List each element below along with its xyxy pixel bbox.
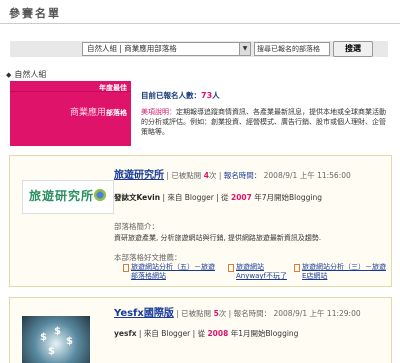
- entry-card: $ $ $ $ Yesfx國際版 | 已被點閱 5次 | 報名時間： 2008/…: [9, 297, 392, 363]
- count-value: 73: [201, 91, 213, 100]
- signup-label: 報名時間：: [223, 171, 262, 180]
- dollar-icon: $: [48, 346, 55, 357]
- author-name: 發誌文Kevin: [114, 193, 161, 202]
- since-year: 2008: [207, 329, 229, 338]
- entry-meta: 旅遊研究所 | 已被點閱 4次 | 報名時間： 2008/9/1 上午 11:5…: [114, 170, 351, 181]
- diamond-bullet-icon: ◆: [6, 71, 12, 79]
- blog-title-link[interactable]: Yesfx國際版: [114, 308, 174, 319]
- dollar-icon: $: [54, 326, 61, 337]
- category-banner: 年度最佳 商業應用部落格: [10, 81, 131, 146]
- category-description: 美項說明：定期報導追蹤商情資訊、各產業最新訊息，提供本地或全球商業活動的分析或評…: [141, 107, 387, 137]
- votes-label: 已被點閱: [171, 171, 202, 180]
- dollar-icon: $: [66, 336, 73, 347]
- source-label: 來自 Blogger: [167, 193, 214, 202]
- article-link[interactable]: 旅遊網站分析（三）－旅遊E店網站: [294, 263, 389, 281]
- search-input[interactable]: 搜尋已報名的部落格: [254, 42, 330, 56]
- description-prefix: 美項說明：: [141, 108, 176, 116]
- category-select-value: 自然人組 | 商業應用部落格: [87, 44, 177, 53]
- entry-card: 旅遊研究所 旅遊研究所 | 已被點閱 4次 | 報名時間： 2008/9/1 上…: [9, 155, 392, 287]
- article-link-text: 旅遊網站分析（五）－旅遊部落格網站: [131, 263, 215, 280]
- entry-author: 發誌文Kevin | 來自 Blogger | 從 2007 年7月開始Blog…: [114, 193, 322, 202]
- description-text: 定期報導追蹤商情資訊、各產業最新訊息，提供本地或全球商業活動的分析或評估。例如：…: [141, 108, 386, 136]
- page-title: 參賽名單: [9, 7, 61, 20]
- document-icon: [228, 264, 234, 272]
- since-prefix: 從: [221, 193, 229, 202]
- intro-title: 部落格簡介：: [114, 222, 159, 231]
- page-header: 參賽名單: [0, 0, 400, 24]
- count-unit: 人: [212, 91, 220, 100]
- votes-unit: 次: [218, 309, 227, 318]
- blog-logo-text: 旅遊研究所: [29, 189, 95, 203]
- entry-author: yesfx | 來自 Blogger | 從 2008 年1月開始Bloggin…: [114, 329, 299, 338]
- filter-bar: 自然人組 | 商業應用部落格 ▼ 搜尋已報名的部落格 搜選: [10, 41, 388, 57]
- article-link-text: 旅遊網站分析（三）－旅遊E店網站: [302, 263, 386, 280]
- document-icon: [294, 264, 300, 272]
- signup-time: 2008/9/1 上午 11:29:00: [273, 309, 361, 318]
- votes-unit: 次: [208, 171, 217, 180]
- blog-thumbnail[interactable]: 旅遊研究所: [22, 180, 114, 214]
- votes-label: 已被點閱: [181, 309, 212, 318]
- section-label: ◆ 自然人組: [6, 69, 46, 80]
- section-label-text: 自然人組: [14, 70, 47, 79]
- signup-label: 報名時間：: [233, 309, 272, 318]
- blog-thumbnail[interactable]: $ $ $ $: [22, 316, 90, 363]
- since-year-unit: 年: [254, 193, 262, 202]
- category-main: 商業應用: [69, 108, 106, 118]
- author-name: yesfx: [114, 329, 137, 338]
- category-suffix: 部落格: [106, 109, 127, 117]
- since-month: 7月開始Blogging: [261, 193, 322, 202]
- since-prefix: 從: [197, 329, 206, 338]
- entry-meta: Yesfx國際版 | 已被點閱 5次 | 報名時間： 2008/9/1 上午 1…: [114, 308, 361, 319]
- document-icon: [123, 264, 129, 272]
- banner-divider: [10, 91, 131, 92]
- source-label: 來自 Blogger: [143, 329, 191, 338]
- participant-count: 目前已報名人數：73人: [141, 90, 220, 101]
- search-button[interactable]: 搜選: [333, 41, 373, 57]
- star-logo-icon: [93, 188, 107, 202]
- since-year: 2007: [230, 193, 252, 202]
- article-link[interactable]: 旅遊網站Anywayf不玩了: [228, 263, 290, 281]
- article-link[interactable]: 旅遊網站分析（五）－旅遊部落格網站: [123, 263, 218, 281]
- category-select[interactable]: 自然人組 | 商業應用部落格 ▼: [82, 42, 251, 56]
- info-panel: 目前已報名人數：73人 美項說明：定期報導追蹤商情資訊、各產業最新訊息，提供本地…: [137, 81, 390, 146]
- article-link-text: 旅遊網站Anywayf不玩了: [236, 263, 287, 280]
- articles-title: 本部落格好文推薦：: [114, 253, 182, 262]
- since-month: 1月開始Blogging: [238, 329, 299, 338]
- blog-title-link[interactable]: 旅遊研究所: [114, 170, 164, 181]
- count-label: 目前已報名人數：: [141, 91, 201, 100]
- category-label: 商業應用部落格: [70, 105, 127, 118]
- signup-time: 2008/9/1 上午 11:56:00: [263, 171, 351, 180]
- intro-text: 資研旅遊產業, 分析旅遊網站與行銷, 提供網路旅遊最新資訊及趨勢.: [114, 234, 322, 242]
- chevron-down-icon[interactable]: ▼: [239, 43, 250, 55]
- dollar-icon: $: [40, 332, 47, 343]
